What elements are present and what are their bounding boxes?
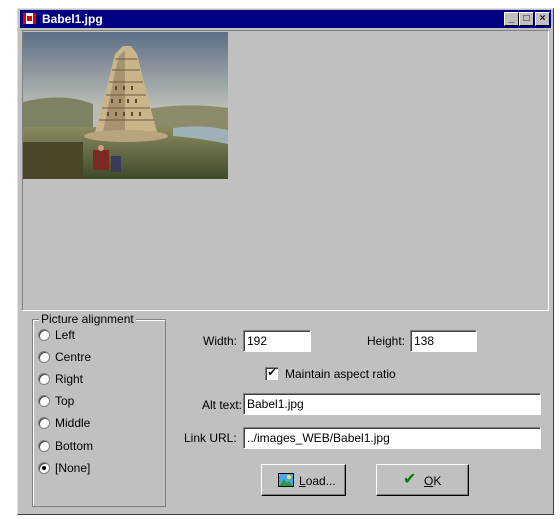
radio-middle-label: Middle (55, 416, 91, 430)
radio-centre-label: Centre (55, 350, 92, 364)
image-properties-dialog: Babel1.jpg _ □ × Picture alignment Left … (17, 8, 554, 515)
load-button-label: Load... (299, 474, 336, 488)
height-label: Height: (367, 334, 406, 348)
maximize-button[interactable]: □ (519, 12, 534, 26)
picture-alignment-legend: Picture alignment (39, 312, 136, 326)
alt-text-input[interactable]: Babel1.jpg (243, 393, 541, 415)
maintain-aspect-label: Maintain aspect ratio (285, 367, 396, 381)
checkmark-icon: ✔ (403, 471, 417, 488)
radio-middle-dot[interactable] (38, 417, 50, 429)
radio-none-dot[interactable] (38, 462, 50, 474)
minimize-icon: _ (508, 13, 515, 24)
width-input[interactable]: 192 (243, 330, 311, 352)
radio-none-label: [None] (55, 461, 91, 475)
radio-top-dot[interactable] (38, 395, 50, 407)
radio-centre-dot[interactable] (38, 351, 50, 363)
link-url-input[interactable]: ../images_WEB/Babel1.jpg (243, 427, 541, 449)
radio-left-label: Left (55, 328, 76, 342)
radio-bottom-dot[interactable] (38, 440, 50, 452)
title-bar[interactable]: Babel1.jpg _ □ × (20, 10, 551, 28)
maximize-icon: □ (523, 13, 530, 24)
width-label: Width: (203, 334, 238, 348)
tower-of-babel-image (23, 32, 228, 179)
flag-icon (23, 13, 36, 24)
radio-right-dot[interactable] (38, 373, 50, 385)
radio-top-label: Top (55, 394, 75, 408)
ok-button[interactable]: ✔ OK (376, 464, 469, 496)
height-input[interactable]: 138 (410, 330, 477, 352)
close-button[interactable]: × (535, 12, 550, 26)
picture-alignment-group: Picture alignment Left Centre Right Top … (32, 312, 166, 507)
image-preview-area (22, 30, 549, 311)
link-url-label: Link URL: (184, 431, 237, 445)
load-image-icon (278, 473, 294, 490)
radio-right-label: Right (55, 372, 84, 386)
minimize-button[interactable]: _ (504, 12, 519, 26)
close-icon: × (539, 13, 546, 24)
checkmark-icon[interactable]: ✔ (265, 367, 278, 380)
ok-button-label: OK (424, 474, 442, 488)
window-title: Babel1.jpg (42, 12, 103, 26)
radio-left-dot[interactable] (38, 329, 50, 341)
alt-text-label: Alt text: (202, 398, 243, 412)
load-button[interactable]: Load... (261, 464, 346, 496)
radio-bottom-label: Bottom (55, 439, 94, 453)
